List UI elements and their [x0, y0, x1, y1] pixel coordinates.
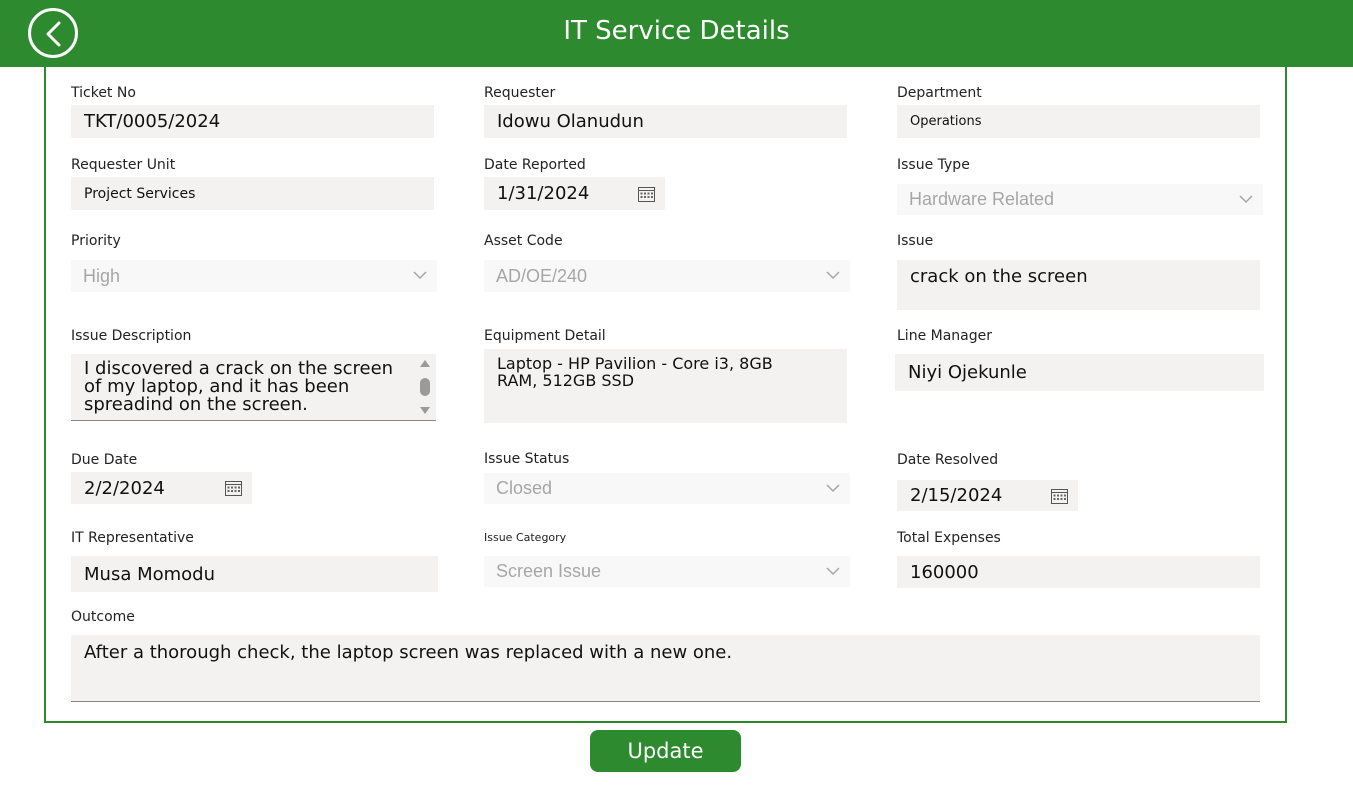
chevron-down-icon — [826, 566, 840, 575]
calendar-icon[interactable] — [225, 480, 242, 496]
ticket-no-field[interactable]: TKT/0005/2024 — [71, 105, 434, 138]
due-date-field[interactable]: 2/2/2024 — [71, 472, 252, 504]
priority-value: High — [83, 265, 121, 286]
due-date-label: Due Date — [71, 452, 138, 468]
date-resolved-value: 2/15/2024 — [910, 485, 1003, 506]
scrollbar[interactable] — [418, 358, 432, 416]
issue-type-label: Issue Type — [897, 157, 970, 173]
line-manager-field[interactable]: Niyi Ojekunle — [895, 354, 1264, 391]
department-label: Department — [897, 85, 982, 101]
issue-description-field[interactable]: I discovered a crack on the screen of my… — [71, 354, 436, 421]
issue-status-label: Issue Status — [484, 451, 570, 467]
requester-field[interactable]: Idowu Olanudun — [484, 105, 847, 138]
issue-type-dropdown[interactable]: Hardware Related — [897, 184, 1263, 215]
page-title: IT Service Details — [563, 16, 790, 46]
outcome-label: Outcome — [71, 609, 135, 625]
issue-description-text: I discovered a crack on the screen of my… — [84, 358, 394, 415]
equipment-detail-field[interactable]: Laptop - HP Pavilion - Core i3, 8GB RAM,… — [484, 349, 847, 423]
calendar-icon[interactable] — [638, 186, 655, 202]
requester-label: Requester — [484, 85, 556, 101]
date-reported-field[interactable]: 1/31/2024 — [484, 177, 665, 210]
date-resolved-label: Date Resolved — [897, 452, 999, 468]
issue-type-value: Hardware Related — [909, 189, 1055, 209]
equipment-detail-label: Equipment Detail — [484, 328, 606, 344]
app-header: IT Service Details — [0, 0, 1353, 67]
department-field[interactable]: Operations — [897, 105, 1260, 138]
calendar-icon[interactable] — [1051, 488, 1068, 504]
date-reported-value: 1/31/2024 — [497, 183, 590, 204]
issue-field[interactable]: crack on the screen — [897, 260, 1260, 310]
chevron-down-icon — [826, 483, 840, 492]
priority-dropdown[interactable]: High — [71, 260, 437, 292]
it-representative-label: IT Representative — [71, 530, 194, 546]
asset-code-value: AD/OE/240 — [496, 265, 588, 286]
chevron-down-icon — [1239, 194, 1253, 203]
it-representative-field[interactable]: Musa Momodu — [71, 556, 438, 592]
total-expenses-label: Total Expenses — [897, 530, 1001, 546]
chevron-down-icon — [413, 271, 427, 280]
issue-category-value: Screen Issue — [496, 561, 602, 581]
issue-category-label: Issue Category — [484, 531, 567, 544]
outcome-field[interactable]: After a thorough check, the laptop scree… — [71, 635, 1260, 702]
issue-status-value: Closed — [496, 478, 553, 498]
total-expenses-field[interactable]: 160000 — [897, 556, 1260, 588]
asset-code-dropdown[interactable]: AD/OE/240 — [484, 260, 850, 292]
issue-category-dropdown[interactable]: Screen Issue — [484, 556, 850, 587]
requester-unit-field[interactable]: Project Services — [71, 177, 434, 210]
line-manager-label: Line Manager — [897, 328, 992, 344]
issue-description-label: Issue Description — [71, 328, 192, 344]
date-reported-label: Date Reported — [484, 157, 586, 173]
update-button[interactable]: Update — [590, 730, 741, 772]
date-resolved-field[interactable]: 2/15/2024 — [897, 480, 1078, 511]
priority-label: Priority — [71, 233, 121, 249]
ticket-no-label: Ticket No — [71, 85, 136, 101]
issue-label: Issue — [897, 233, 934, 249]
chevron-down-icon — [826, 271, 840, 280]
asset-code-label: Asset Code — [484, 233, 563, 249]
requester-unit-label: Requester Unit — [71, 157, 176, 173]
issue-status-dropdown[interactable]: Closed — [484, 473, 850, 504]
due-date-value: 2/2/2024 — [84, 477, 165, 499]
